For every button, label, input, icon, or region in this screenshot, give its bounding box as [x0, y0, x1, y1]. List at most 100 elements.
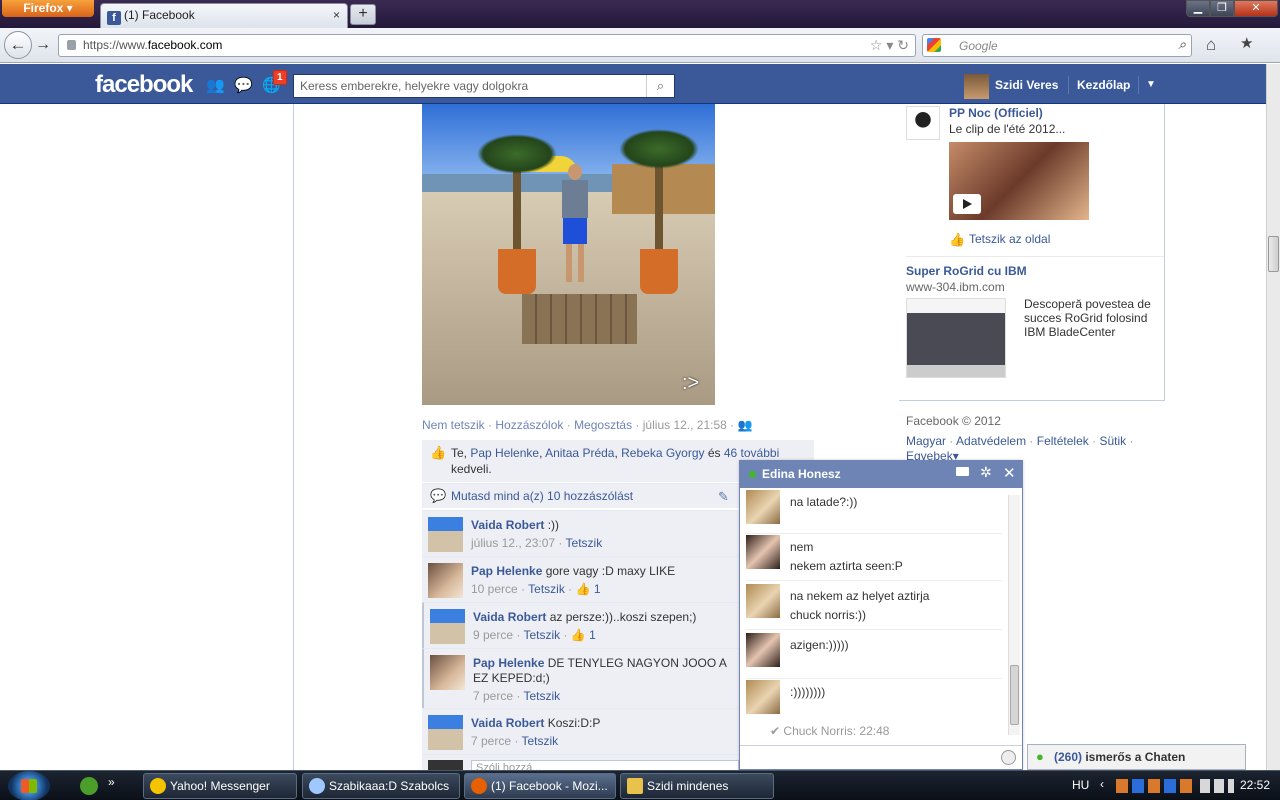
start-button[interactable]	[8, 771, 50, 800]
unlike-link[interactable]: Nem tetszik	[422, 418, 485, 432]
chat-scrollbar-thumb[interactable]	[1010, 665, 1019, 725]
page-scrollbar-thumb[interactable]	[1268, 236, 1279, 272]
comment-like-link[interactable]: Tetszik	[566, 536, 603, 550]
comment-link[interactable]: Hozzászólok	[495, 418, 563, 432]
utorrent-icon[interactable]	[80, 777, 98, 795]
liker-link[interactable]: Rebeka Gyorgy	[621, 446, 704, 460]
facebook-logo[interactable]: facebook	[95, 71, 193, 99]
browser-tab-facebook[interactable]: f (1) Facebook ×	[100, 3, 348, 28]
page-ad-title[interactable]: PP Noc (Officiel)	[949, 106, 1043, 120]
url-bookmark-reload-icons[interactable]: ☆ ▾ ↻	[870, 37, 909, 54]
comment-like-link[interactable]: Tetszik	[523, 628, 560, 642]
search-icon[interactable]: ⌕	[646, 75, 674, 97]
language-indicator[interactable]: HU	[1072, 778, 1089, 792]
comment-edit-icon[interactable]: ✎	[718, 489, 729, 505]
comment-time[interactable]: 7 perce	[473, 689, 513, 703]
window-maximize-button[interactable]: ❐	[1210, 0, 1234, 17]
video-call-icon[interactable]	[956, 467, 969, 476]
quicklaunch-more-icon[interactable]: »	[108, 775, 115, 789]
ibm-ad-title[interactable]: Super RoGrid cu IBM	[906, 264, 1027, 278]
footer-link-privacy[interactable]: Adatvédelem	[956, 434, 1026, 448]
commenter-avatar[interactable]	[430, 655, 465, 690]
url-bar[interactable]: https://www.facebook.com ☆ ▾ ↻	[58, 34, 916, 57]
window-minimize-button[interactable]: ▁	[1186, 0, 1210, 17]
tray-system-icons[interactable]	[1200, 779, 1234, 793]
comment-like-link[interactable]: Tetszik	[521, 734, 558, 748]
profile-link[interactable]: Szidi Veres	[995, 78, 1058, 92]
search-icon[interactable]: ⌕	[1178, 36, 1186, 53]
footer-link-language[interactable]: Magyar	[906, 434, 946, 448]
taskbar-item-yahoo-messenger[interactable]: Yahoo! Messenger	[143, 773, 297, 799]
chat-avatar[interactable]	[746, 535, 780, 569]
ibm-ad-image[interactable]	[906, 298, 1006, 378]
taskbar-item-folder[interactable]: Szidi mindenes	[620, 773, 774, 799]
back-button[interactable]: ←	[4, 31, 32, 59]
taskbar-item-chat[interactable]: Szabikaaa:D Szabolcs	[302, 773, 460, 799]
page-scrollbar[interactable]	[1266, 64, 1280, 770]
comment-like-count[interactable]: 👍 1	[576, 582, 601, 596]
play-icon[interactable]	[953, 194, 981, 214]
account-menu-chevron-down-icon[interactable]: ▼	[1146, 79, 1156, 90]
commenter-name[interactable]: Pap Helenke	[471, 564, 542, 578]
commenter-avatar[interactable]	[430, 609, 465, 644]
firefox-menu-button[interactable]: Firefox ▾	[2, 0, 94, 17]
commenter-name[interactable]: Vaida Robert	[473, 610, 546, 624]
post-photo[interactable]	[422, 104, 715, 405]
page-ad-logo[interactable]	[906, 106, 940, 140]
commenter-name[interactable]: Vaida Robert	[471, 716, 544, 730]
liker-link[interactable]: Pap Helenke	[470, 446, 539, 460]
like-page-link[interactable]: Tetszik az oldal	[969, 232, 1050, 246]
liker-link[interactable]: Anitaa Préda	[545, 446, 614, 460]
other-likers-link[interactable]: 46 további	[724, 446, 779, 460]
browser-search-bar[interactable]: Google ⌕	[922, 34, 1192, 57]
comment-time[interactable]: 9 perce	[473, 628, 513, 642]
tab-close-icon[interactable]: ×	[333, 8, 340, 22]
comment-input[interactable]: Szólj hozzá...	[471, 760, 739, 770]
emoticon-icon[interactable]	[1001, 750, 1016, 765]
post-timestamp[interactable]: július 12., 21:58	[643, 418, 727, 432]
gear-icon[interactable]: ✲	[980, 464, 992, 481]
messages-icon[interactable]: 💬	[234, 76, 253, 94]
window-close-button[interactable]: ✕	[1234, 0, 1278, 17]
chat-avatar[interactable]	[746, 680, 780, 714]
bookmarks-icon[interactable]: ★	[1240, 34, 1253, 52]
comment-time[interactable]: 10 perce	[471, 582, 518, 596]
online-friends-count: (260)	[1054, 750, 1083, 764]
footer-link-terms[interactable]: Feltételek	[1037, 434, 1089, 448]
chat-scrollbar[interactable]	[1008, 495, 1020, 735]
tray-app-icons[interactable]	[1116, 779, 1196, 793]
friend-requests-icon[interactable]: 👥	[206, 76, 225, 94]
user-avatar[interactable]	[964, 74, 989, 99]
show-all-comments-link[interactable]: 💬 Mutasd mind a(z) 10 hozzászólást	[422, 483, 740, 508]
comment-like-link[interactable]: Tetszik	[523, 689, 560, 703]
audience-friends-icon[interactable]: 👥	[738, 418, 753, 432]
comment-like-link[interactable]: Tetszik	[528, 582, 565, 596]
home-icon[interactable]: ⌂	[1206, 35, 1216, 55]
chat-avatar[interactable]	[746, 490, 780, 524]
chat-avatar[interactable]	[746, 633, 780, 667]
home-link[interactable]: Kezdőlap	[1077, 78, 1130, 92]
commenter-name[interactable]: Vaida Robert	[471, 518, 544, 532]
next-photo-arrow-icon[interactable]: :>	[682, 372, 699, 395]
chat-sidebar-tab[interactable]: ● (260) ismerős a Chaten	[1027, 744, 1246, 770]
chat-header[interactable]: Edina Honesz ✲ ✕	[740, 461, 1022, 488]
forward-button[interactable]: →	[35, 36, 51, 54]
taskbar-item-firefox[interactable]: (1) Facebook - Mozi...	[464, 773, 616, 799]
commenter-avatar[interactable]	[428, 563, 463, 598]
comment-like-count[interactable]: 👍 1	[571, 628, 596, 642]
page-ad-video[interactable]	[949, 142, 1089, 220]
comment-time[interactable]: július 12., 23:07	[471, 536, 555, 550]
chat-message-input[interactable]	[740, 745, 1022, 769]
commenter-avatar[interactable]	[428, 715, 463, 750]
commenter-avatar[interactable]	[428, 517, 463, 552]
comment-time[interactable]: 7 perce	[471, 734, 511, 748]
footer-link-cookies[interactable]: Sütik	[1099, 434, 1126, 448]
new-tab-button[interactable]: +	[350, 4, 376, 25]
clock[interactable]: 22:52	[1240, 778, 1270, 792]
tray-expand-icon[interactable]: ‹	[1100, 777, 1104, 791]
close-icon[interactable]: ✕	[1003, 464, 1016, 482]
facebook-search-input[interactable]: Keress emberekre, helyekre vagy dolgokra…	[293, 74, 675, 98]
chat-avatar[interactable]	[746, 584, 780, 618]
commenter-name[interactable]: Pap Helenke	[473, 656, 544, 670]
share-link[interactable]: Megosztás	[574, 418, 632, 432]
